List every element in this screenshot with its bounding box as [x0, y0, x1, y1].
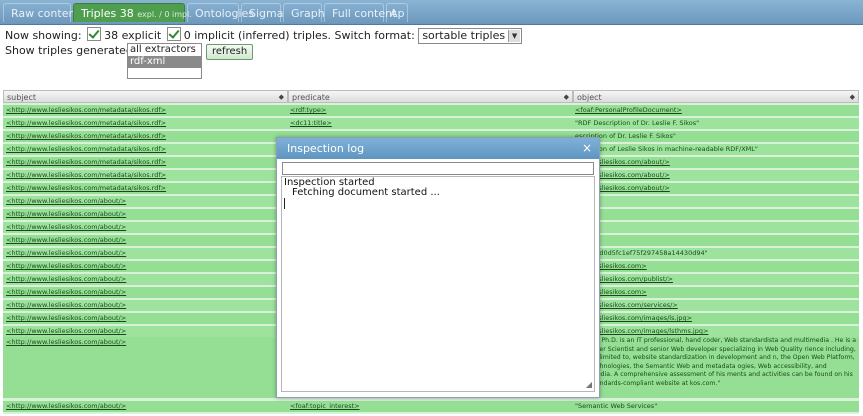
sort-icon: ◆ [563, 93, 569, 101]
close-icon[interactable]: × [582, 138, 592, 159]
object-cell[interactable]: www.lesliesikos.com> [575, 287, 857, 298]
text-caret [284, 198, 285, 209]
column-header-label: subject [7, 93, 36, 102]
object-cell[interactable]: www.lesliesikos.com> [575, 261, 857, 272]
tab-label: Sigma [249, 7, 284, 20]
column-header-label: predicate [292, 93, 330, 102]
object-cell[interactable]: www.lesliesikos.com/images/lsthms.jpg> [575, 326, 857, 337]
refresh-button[interactable]: refresh [206, 44, 254, 60]
predicate-cell[interactable]: <dc11:title> [290, 118, 570, 129]
tab-bar: Raw content Triples 38 expl. / 0 impl. O… [0, 0, 863, 25]
explicit-checkbox[interactable] [87, 27, 102, 41]
now-showing-label: Now showing: [5, 29, 82, 42]
dialog-titlebar[interactable]: Inspection log × [277, 138, 599, 159]
column-header-subject[interactable]: subject ◆ [3, 90, 288, 103]
predicate-cell[interactable]: <rdf:type> [290, 105, 570, 116]
extractor-option[interactable]: all extractors [128, 44, 201, 56]
tab-graph[interactable]: Graph [283, 3, 325, 22]
tab-label: Raw content [11, 7, 80, 20]
subject-cell[interactable]: <http://www.lesliesikos.com/about/> [6, 287, 286, 298]
object-cell: F. Sikos, Ph.D. is an IT professional, h… [575, 337, 857, 387]
explicit-label: 38 explicit [104, 29, 162, 42]
dialog-title: Inspection log [287, 142, 365, 155]
triples-label: triples. [293, 29, 332, 42]
sort-icon: ◆ [849, 93, 855, 101]
extractor-listbox[interactable]: all extractors rdf-xml [127, 43, 202, 79]
tab-raw-content[interactable]: Raw content [3, 3, 80, 22]
object-cell[interactable]: www.lesliesikos.com/images/ls.jpg> [575, 313, 857, 324]
switch-format-label: Switch format: [334, 29, 415, 42]
object-cell[interactable]: www.lesliesikos.com/about/> [575, 157, 857, 168]
subject-cell[interactable]: <http://www.lesliesikos.com/metadata/sik… [6, 170, 286, 181]
subject-cell[interactable]: <http://www.lesliesikos.com/about/> [6, 222, 286, 233]
subject-cell[interactable]: <http://www.lesliesikos.com/metadata/sik… [6, 157, 286, 168]
tab-label: Triples 38 [81, 7, 134, 20]
format-select[interactable]: sortable triples ▼ [418, 28, 523, 44]
subject-cell[interactable]: <http://www.lesliesikos.com/about/> [6, 274, 286, 285]
subject-cell[interactable]: <http://www.lesliesikos.com/about/> [6, 235, 286, 246]
subject-cell[interactable]: <http://www.lesliesikos.com/metadata/sik… [6, 118, 286, 129]
tab-sigma[interactable]: Sigma [241, 3, 284, 22]
table-row: <http://www.lesliesikos.com/about/> <foa… [3, 401, 859, 413]
subject-cell[interactable]: <http://www.lesliesikos.com/about/> [6, 326, 286, 337]
chevron-down-icon: ▼ [508, 30, 521, 42]
tab-ap[interactable]: Ap [386, 3, 408, 22]
subject-cell[interactable]: <http://www.lesliesikos.com/about/> [6, 248, 286, 259]
object-cell[interactable]: www.lesliesikos.com/publist/> [575, 274, 857, 285]
extractor-option-selected[interactable]: rdf-xml [128, 56, 201, 68]
column-header-predicate[interactable]: predicate ◆ [288, 90, 573, 103]
column-header-label: object [577, 93, 602, 102]
table-row: <http://www.lesliesikos.com/metadata/sik… [3, 105, 859, 117]
tab-full-content[interactable]: Full content [324, 3, 396, 22]
subject-cell[interactable]: <http://www.lesliesikos.com/about/> [6, 300, 286, 311]
object-cell: "RDF Description of Dr. Leslie F. Sikos" [575, 119, 700, 127]
object-cell[interactable]: www.lesliesikos.com/services/> [575, 300, 857, 311]
format-select-value: sortable triples [422, 29, 506, 42]
sort-icon: ◆ [278, 93, 284, 101]
log-textarea[interactable]: Inspection started Fetching document sta… [281, 176, 595, 392]
table-row: <http://www.lesliesikos.com/metadata/sik… [3, 118, 859, 130]
object-cell: escription of Dr. Leslie F. Sikos" [575, 132, 676, 140]
tab-label: Ap [390, 7, 405, 20]
object-cell: Sikos" [575, 209, 857, 220]
predicate-cell[interactable]: <foaf:topic_interest> [290, 401, 570, 412]
object-cell: " [575, 222, 857, 233]
implicit-label: 0 implicit (inferred) [183, 29, 290, 42]
tab-triples[interactable]: Triples 38 expl. / 0 impl. [73, 3, 192, 22]
object-cell: "Semantic Web Services" [575, 402, 658, 410]
subject-cell[interactable]: <http://www.lesliesikos.com/about/> [6, 313, 286, 324]
object-cell: 2ea1abd0d5fc1ef75f297458a14430d94" [575, 249, 708, 257]
subject-cell[interactable]: <http://www.lesliesikos.com/metadata/sik… [6, 131, 286, 142]
subject-cell[interactable]: <http://www.lesliesikos.com/about/> [6, 261, 286, 272]
subject-cell[interactable]: <http://www.lesliesikos.com/about/> [6, 401, 286, 412]
tab-sublabel: expl. / 0 impl. [137, 10, 192, 19]
subject-cell[interactable]: <http://www.lesliesikos.com/about/> [6, 209, 286, 220]
subject-cell[interactable]: <http://www.lesliesikos.com/about/> [6, 196, 286, 207]
tab-ontologies[interactable]: Ontologies [187, 3, 254, 22]
showing-controls: Now showing: 38 explicit 0 implicit (inf… [5, 27, 523, 44]
object-cell[interactable]: www.lesliesikos.com/about/> [575, 170, 857, 181]
log-filter-input[interactable] [282, 162, 594, 175]
implicit-checkbox[interactable] [166, 27, 181, 41]
column-header-object[interactable]: object ◆ [573, 90, 859, 103]
inspection-log-dialog: Inspection log × Inspection started Fetc… [276, 137, 600, 398]
object-cell[interactable]: www.lesliesikos.com/about/> [575, 183, 857, 194]
resize-handle-icon[interactable]: ◢ [586, 380, 592, 389]
subject-cell[interactable]: <http://www.lesliesikos.com/metadata/sik… [6, 105, 286, 116]
subject-cell[interactable]: <http://www.lesliesikos.com/metadata/sik… [6, 183, 286, 194]
log-line: Fetching document started ... [292, 187, 440, 198]
tab-label: Graph [291, 7, 325, 20]
subject-cell[interactable]: <http://www.lesliesikos.com/about/> [6, 337, 286, 348]
object-cell[interactable]: erson> [575, 196, 857, 207]
object-cell: escription of Leslie Sikos in machine-re… [575, 145, 758, 153]
object-cell[interactable]: <foaf:PersonalProfileDocument> [575, 105, 857, 116]
subject-cell[interactable]: <http://www.lesliesikos.com/metadata/sik… [6, 144, 286, 155]
